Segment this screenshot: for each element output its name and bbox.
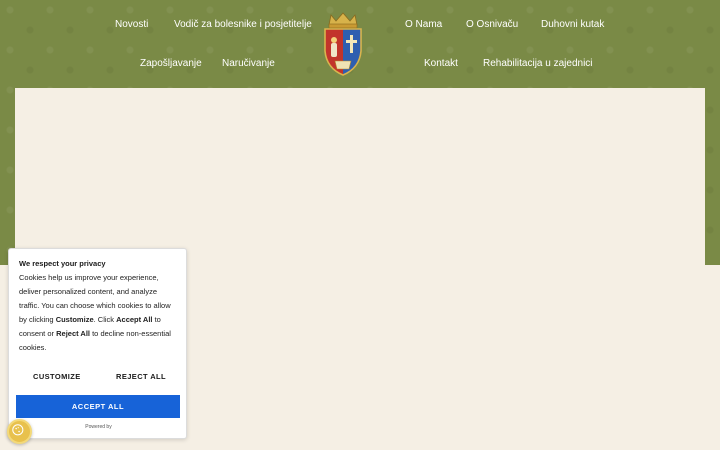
accept-all-button[interactable]: ACCEPT ALL xyxy=(16,395,180,418)
powered-by-label: Powered by xyxy=(85,424,112,430)
nav-duhovni-kutak[interactable]: Duhovni kutak xyxy=(541,19,604,31)
cookie-settings-icon[interactable] xyxy=(7,419,32,444)
cookie-title: We respect your privacy xyxy=(19,259,106,268)
nav-rehabilitacija[interactable]: Rehabilitacija u zajednici xyxy=(483,58,593,70)
cookie-text-customize: Customize xyxy=(55,315,94,324)
nav-o-nama[interactable]: O Nama xyxy=(405,19,442,31)
cookie-consent-dialog: We respect your privacy Cookies help us … xyxy=(8,248,187,439)
cookie-text-accept: Accept All xyxy=(116,315,153,324)
nav-vodic[interactable]: Vodič za bolesnike i posjetitelje xyxy=(174,19,312,31)
nav-kontakt[interactable]: Kontakt xyxy=(424,58,458,70)
coat-of-arms-icon[interactable] xyxy=(321,11,365,79)
reject-all-button[interactable]: REJECT ALL xyxy=(116,372,166,381)
nav-narucivanje[interactable]: Naručivanje xyxy=(222,58,275,70)
nav-o-osnivacu[interactable]: O Osnivaču xyxy=(466,19,518,31)
nav-zaposljavanje[interactable]: Zapošljavanje xyxy=(140,58,202,70)
cookie-text-part: . Click xyxy=(93,315,117,324)
nav-novosti[interactable]: Novosti xyxy=(115,19,148,31)
cookie-text-reject: Reject All xyxy=(56,329,91,338)
customize-button[interactable]: CUSTOMIZE xyxy=(33,372,81,381)
cookie-icon xyxy=(12,424,24,436)
cookie-description: Cookies help us improve your experience,… xyxy=(19,271,179,355)
